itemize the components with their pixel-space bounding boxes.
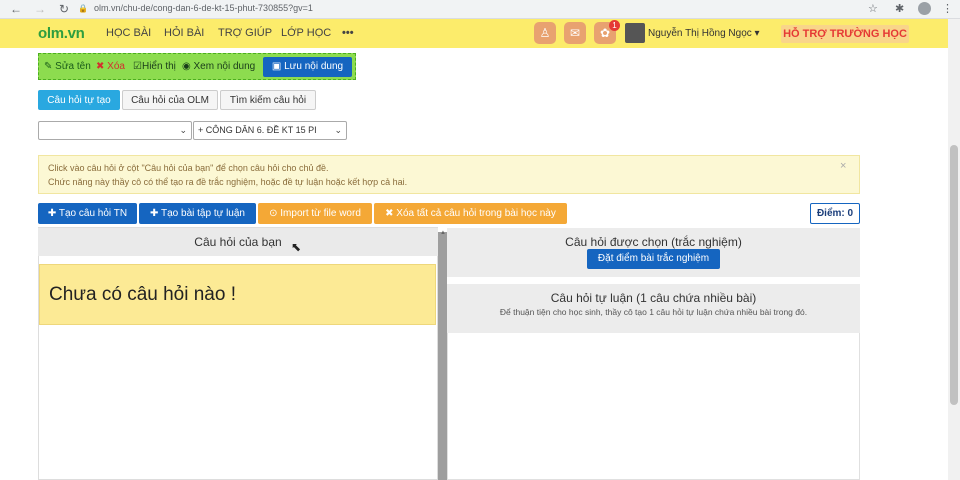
create-mc-button[interactable]: ✚ Tạo câu hỏi TN xyxy=(38,203,137,224)
view-content-button[interactable]: ◉ Xem nội dung xyxy=(182,61,255,72)
checkbox-icon: ☑ xyxy=(133,61,142,72)
close-icon: ✖ xyxy=(96,61,108,72)
delete-button[interactable]: ✖ Xóa xyxy=(96,61,125,72)
delete-all-label: Xóa tất cả câu hỏi trong bài học này xyxy=(396,208,556,219)
chevron-down-icon: ⌄ xyxy=(179,125,187,135)
empty-state: Chưa có câu hỏi nào ! xyxy=(39,264,436,325)
bookmark-star-icon[interactable]: ☆ xyxy=(868,1,878,17)
chevron-down-icon: ⌄ xyxy=(334,125,342,135)
avatar[interactable] xyxy=(625,23,645,43)
set-score-button[interactable]: Đặt điểm bài trắc nghiệm xyxy=(587,249,720,269)
mouse-cursor-icon: ⬉ xyxy=(291,240,302,254)
delete-all-button[interactable]: ✖ Xóa tất cả câu hỏi trong bài học này xyxy=(374,203,567,224)
show-checkbox[interactable]: ☑Hiển thị xyxy=(133,61,176,72)
nav-tro-giup[interactable]: TRỢ GIÚP xyxy=(218,27,272,39)
close-icon[interactable]: × xyxy=(840,160,846,172)
browser-menu-icon[interactable]: ⋮ xyxy=(942,1,953,17)
topic-select[interactable]: + CÔNG DÂN 6. ĐỀ KT 15 PI ⌄ xyxy=(193,121,347,140)
create-essay-button[interactable]: ✚ Tạo bài tập tự luận xyxy=(139,203,256,224)
more-menu[interactable]: ••• xyxy=(342,27,354,39)
url-text: olm.vn/chu-de/cong-dan-6-de-kt-15-phut-7… xyxy=(93,3,313,13)
back-icon[interactable]: ← xyxy=(8,1,24,17)
reload-icon[interactable]: ↻ xyxy=(56,1,72,17)
panel-scrollbar[interactable] xyxy=(438,232,447,480)
user-add-icon[interactable]: ♙ xyxy=(534,22,556,44)
alert-line-2: Chức năng này thầy cô có thể tạo ra đề t… xyxy=(48,177,408,187)
create-mc-label: Tạo câu hỏi TN xyxy=(58,208,128,219)
score-badge: Điểm: 0 xyxy=(810,203,860,224)
lock-icon: 🔒 xyxy=(78,4,88,13)
alert-line-1: Click vào câu hỏi ở cột "Câu hỏi của bạn… xyxy=(48,163,329,173)
create-essay-label: Tạo bài tập tự luận xyxy=(161,208,245,219)
selected-questions-title: Câu hỏi được chọn (trắc nghiệm) xyxy=(565,235,742,249)
plus-icon: ✚ xyxy=(150,208,161,219)
rename-button[interactable]: ✎ Sửa tên xyxy=(44,61,91,72)
nav-hoc-bai[interactable]: HỌC BÀI xyxy=(106,27,151,39)
notification-badge: 1 xyxy=(609,20,620,31)
import-icon: ⊙ xyxy=(269,208,281,219)
scroll-up-icon[interactable]: ▲ xyxy=(440,230,446,236)
support-button[interactable]: HỖ TRỢ TRƯỜNG HỌC xyxy=(781,25,909,43)
edit-icon: ✎ xyxy=(44,61,56,72)
tab-search-questions[interactable]: Tìm kiếm câu hỏi xyxy=(220,90,316,110)
delete-label: Xóa xyxy=(107,61,125,72)
nav-hoi-bai[interactable]: HỎI BÀI xyxy=(164,27,204,39)
import-word-button[interactable]: ⊙ Import từ file word xyxy=(258,203,372,224)
show-label: Hiển thị xyxy=(141,61,176,72)
essay-title: Câu hỏi tự luận (1 câu chứa nhiều bài) xyxy=(550,291,757,305)
essay-dropzone xyxy=(447,333,860,480)
profile-icon[interactable] xyxy=(918,2,931,15)
extensions-icon[interactable]: ✱ xyxy=(895,1,904,17)
forward-icon[interactable]: → xyxy=(32,1,48,17)
eye-icon: ◉ xyxy=(182,61,194,72)
save-label: Lưu nội dung xyxy=(284,61,344,72)
site-logo[interactable]: olm.vn xyxy=(38,25,85,42)
plus-icon: ✚ xyxy=(47,208,59,219)
close-icon: ✖ xyxy=(385,208,397,219)
tab-olm-questions[interactable]: Câu hỏi của OLM xyxy=(122,90,218,110)
save-icon: ▣ xyxy=(271,61,285,72)
address-bar[interactable]: 🔒 olm.vn/chu-de/cong-dan-6-de-kt-15-phut-… xyxy=(78,1,898,16)
category-select[interactable]: ⌄ xyxy=(38,121,192,140)
nav-lop-hoc[interactable]: LỚP HỌC xyxy=(281,27,331,39)
your-questions-title: Câu hỏi của bạn xyxy=(38,228,438,256)
user-menu[interactable]: Nguyễn Thị Hồng Ngọc ▾ xyxy=(648,28,760,39)
rename-label: Sửa tên xyxy=(55,61,91,72)
scrollbar-thumb[interactable] xyxy=(950,145,958,405)
import-word-label: Import từ file word xyxy=(280,208,361,219)
topic-select-value: + CÔNG DÂN 6. ĐỀ KT 15 PI xyxy=(198,125,317,135)
chat-icon[interactable]: ✉ xyxy=(564,22,586,44)
info-alert: Click vào câu hỏi ở cột "Câu hỏi của bạn… xyxy=(38,155,860,194)
save-button[interactable]: ▣ Lưu nội dung xyxy=(263,57,352,77)
tab-own-questions[interactable]: Câu hỏi tự tạo xyxy=(38,90,120,110)
essay-subtitle: Để thuận tiện cho học sinh, thầy cô tạo … xyxy=(499,307,808,317)
view-label: Xem nội dung xyxy=(193,61,256,72)
